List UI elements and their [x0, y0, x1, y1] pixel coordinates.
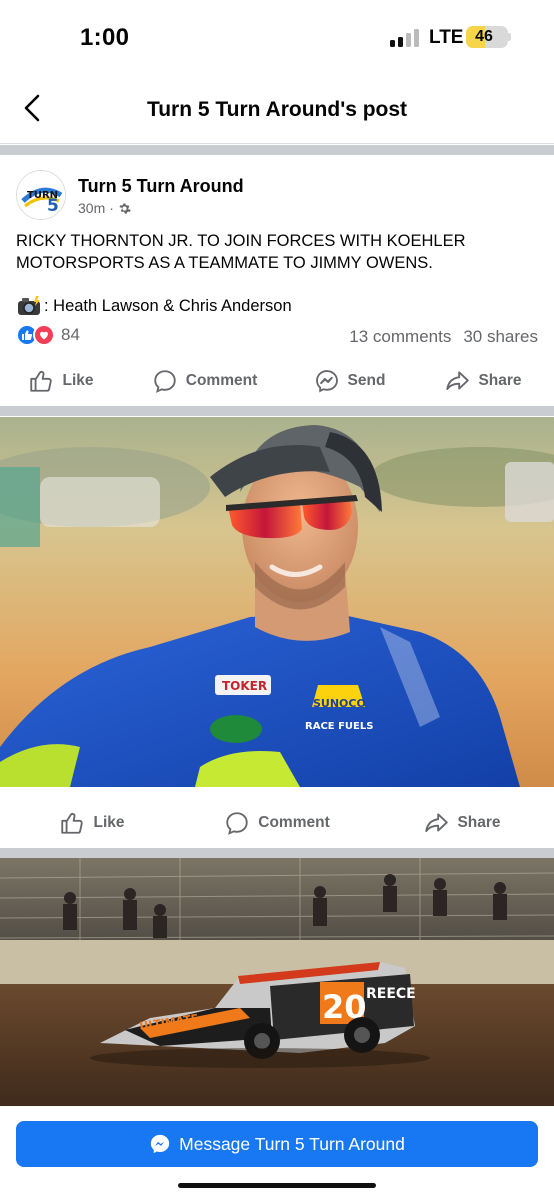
share-button[interactable]: Share: [412, 360, 554, 402]
comment-label: Comment: [185, 372, 258, 389]
divider: [0, 848, 554, 858]
page-title: Turn 5 Turn Around's post: [146, 98, 408, 121]
photo-like-label: Like: [93, 814, 125, 831]
comment-icon: [226, 812, 248, 835]
turn5-logo-icon: TURN 5: [17, 171, 65, 219]
car-roof-sponsor: REECE: [366, 986, 416, 1002]
comment-button[interactable]: Comment: [122, 360, 287, 402]
photo-credit-text: : Heath Lawson & Chris Anderson: [44, 296, 292, 315]
send-button[interactable]: Send: [287, 360, 412, 402]
patch-brand-text: TOKER: [222, 679, 267, 693]
photo-share-button[interactable]: Share: [370, 802, 554, 844]
like-button[interactable]: Like: [0, 360, 122, 402]
post-body: RICKY THORNTON JR. TO JOIN FORCES WITH K…: [16, 232, 466, 272]
navigation-header: Turn 5 Turn Around's post: [0, 72, 554, 144]
love-reaction-icon: [33, 324, 55, 346]
post-meta: 30m ·: [78, 200, 131, 216]
cellular-signal-icon: [390, 29, 422, 47]
message-button-label: Message Turn 5 Turn Around: [179, 1133, 405, 1154]
status-bar: 1:00 LTE 46: [0, 0, 554, 72]
messenger-icon: [150, 1134, 170, 1154]
status-time: 1:00: [80, 24, 130, 51]
divider: [0, 145, 554, 155]
thumbs-up-icon: [61, 812, 84, 834]
home-indicator[interactable]: [178, 1183, 376, 1188]
shares-count[interactable]: 30 shares: [463, 327, 538, 347]
photo-comment-button[interactable]: Comment: [184, 802, 370, 844]
svg-text:5: 5: [47, 196, 59, 216]
meta-dot: ·: [109, 200, 114, 216]
share-arrow-icon: [425, 813, 449, 833]
reaction-count: 84: [61, 325, 80, 344]
divider: [0, 406, 554, 416]
battery-icon: 46: [466, 26, 508, 48]
photo-comment-label: Comment: [258, 814, 330, 831]
share-label: Share: [478, 372, 522, 389]
post-photo-racecar[interactable]: ULTIMATE 20 REECE: [0, 858, 554, 1106]
reactions-summary[interactable]: 84: [16, 324, 80, 346]
send-label: Send: [347, 372, 386, 389]
page-avatar[interactable]: TURN 5: [16, 170, 66, 220]
gear-icon: [119, 203, 131, 214]
photo-share-label: Share: [457, 814, 501, 831]
sponsor-sub-text: RACE FUELS: [305, 721, 373, 732]
post-action-bar: Like Comment Send Share: [0, 360, 554, 402]
network-type: LTE: [429, 27, 464, 48]
battery-level: 46: [475, 28, 493, 45]
photo-credit: : Heath Lawson & Chris Anderson: [16, 295, 292, 317]
racecar-photo-image: ULTIMATE 20 REECE: [0, 858, 554, 1106]
like-label: Like: [62, 372, 94, 389]
sponsor-text: SUNOCO: [313, 697, 366, 710]
battery-nub: [508, 33, 511, 41]
thumbs-up-icon: [30, 370, 53, 392]
driver-photo-image: TOKER SUNOCO RACE FUELS: [0, 417, 554, 787]
photo-like-button[interactable]: Like: [0, 802, 184, 844]
post-photo-driver[interactable]: TOKER SUNOCO RACE FUELS: [0, 417, 554, 787]
comments-count[interactable]: 13 comments: [349, 327, 451, 347]
engagement-counts: 13 comments 30 shares: [349, 327, 538, 347]
post-time: 30m: [78, 200, 106, 216]
share-arrow-icon: [446, 371, 470, 391]
comment-icon: [154, 370, 176, 393]
photo-action-bar: Like Comment Share: [0, 802, 554, 844]
camera-flash-icon: [18, 296, 40, 315]
message-page-button[interactable]: Message Turn 5 Turn Around: [16, 1121, 538, 1167]
messenger-icon: [315, 370, 338, 393]
page-name[interactable]: Turn 5 Turn Around: [78, 176, 244, 197]
